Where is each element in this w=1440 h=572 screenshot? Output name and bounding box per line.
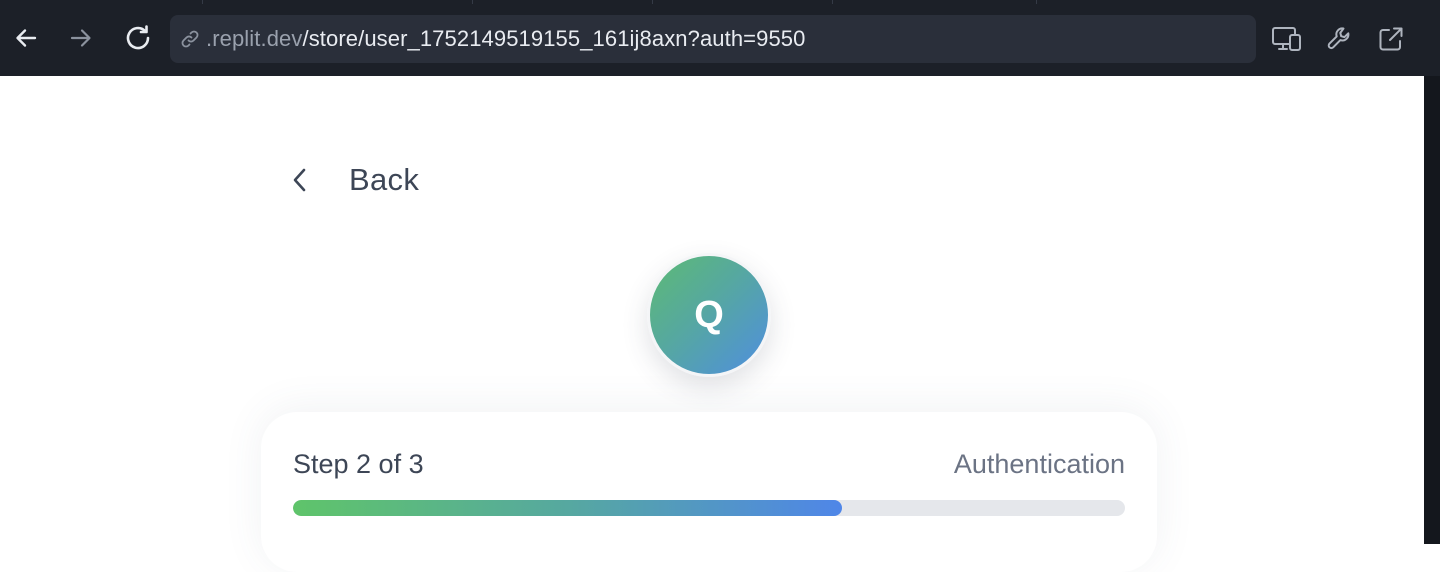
url-path: /store/user_1752149519155_161ij8axn?auth…: [302, 26, 806, 51]
browser-toolbar: .replit.dev/store/user_1752149519155_161…: [0, 0, 1440, 76]
window-edge: [1424, 76, 1440, 544]
avatar-initial: Q: [694, 293, 724, 336]
external-link-icon: [1379, 27, 1403, 51]
link-icon: [178, 27, 202, 51]
avatar: Q: [647, 253, 771, 377]
back-button[interactable]: Back: [286, 160, 419, 200]
browser-back-button[interactable]: [8, 20, 44, 56]
page-content: Back Q Step 2 of 3 Authentication: [0, 76, 1424, 572]
reload-icon: [126, 25, 150, 50]
devtools-button[interactable]: [1323, 22, 1357, 56]
devices-icon: [1272, 27, 1301, 51]
tab-strip: [0, 0, 1424, 4]
step-indicator: Step 2 of 3: [293, 449, 424, 479]
browser-reload-button[interactable]: [120, 20, 156, 56]
back-label: Back: [349, 162, 420, 197]
browser-forward-button[interactable]: [63, 20, 99, 56]
address-bar[interactable]: .replit.dev/store/user_1752149519155_161…: [170, 15, 1256, 63]
open-new-tab-button[interactable]: [1374, 22, 1408, 56]
progress-fill: [293, 500, 843, 516]
progress-card: Step 2 of 3 Authentication: [261, 412, 1157, 572]
step-name: Authentication: [953, 449, 1125, 479]
arrow-left-icon: [16, 29, 37, 47]
wrench-icon: [1327, 27, 1350, 50]
arrow-right-icon: [70, 29, 91, 47]
progress-bar: [293, 500, 1125, 516]
chevron-left-icon: [286, 166, 314, 194]
devices-button[interactable]: [1270, 22, 1304, 56]
address-url: .replit.dev/store/user_1752149519155_161…: [206, 26, 805, 52]
url-domain: .replit.dev: [206, 26, 303, 51]
